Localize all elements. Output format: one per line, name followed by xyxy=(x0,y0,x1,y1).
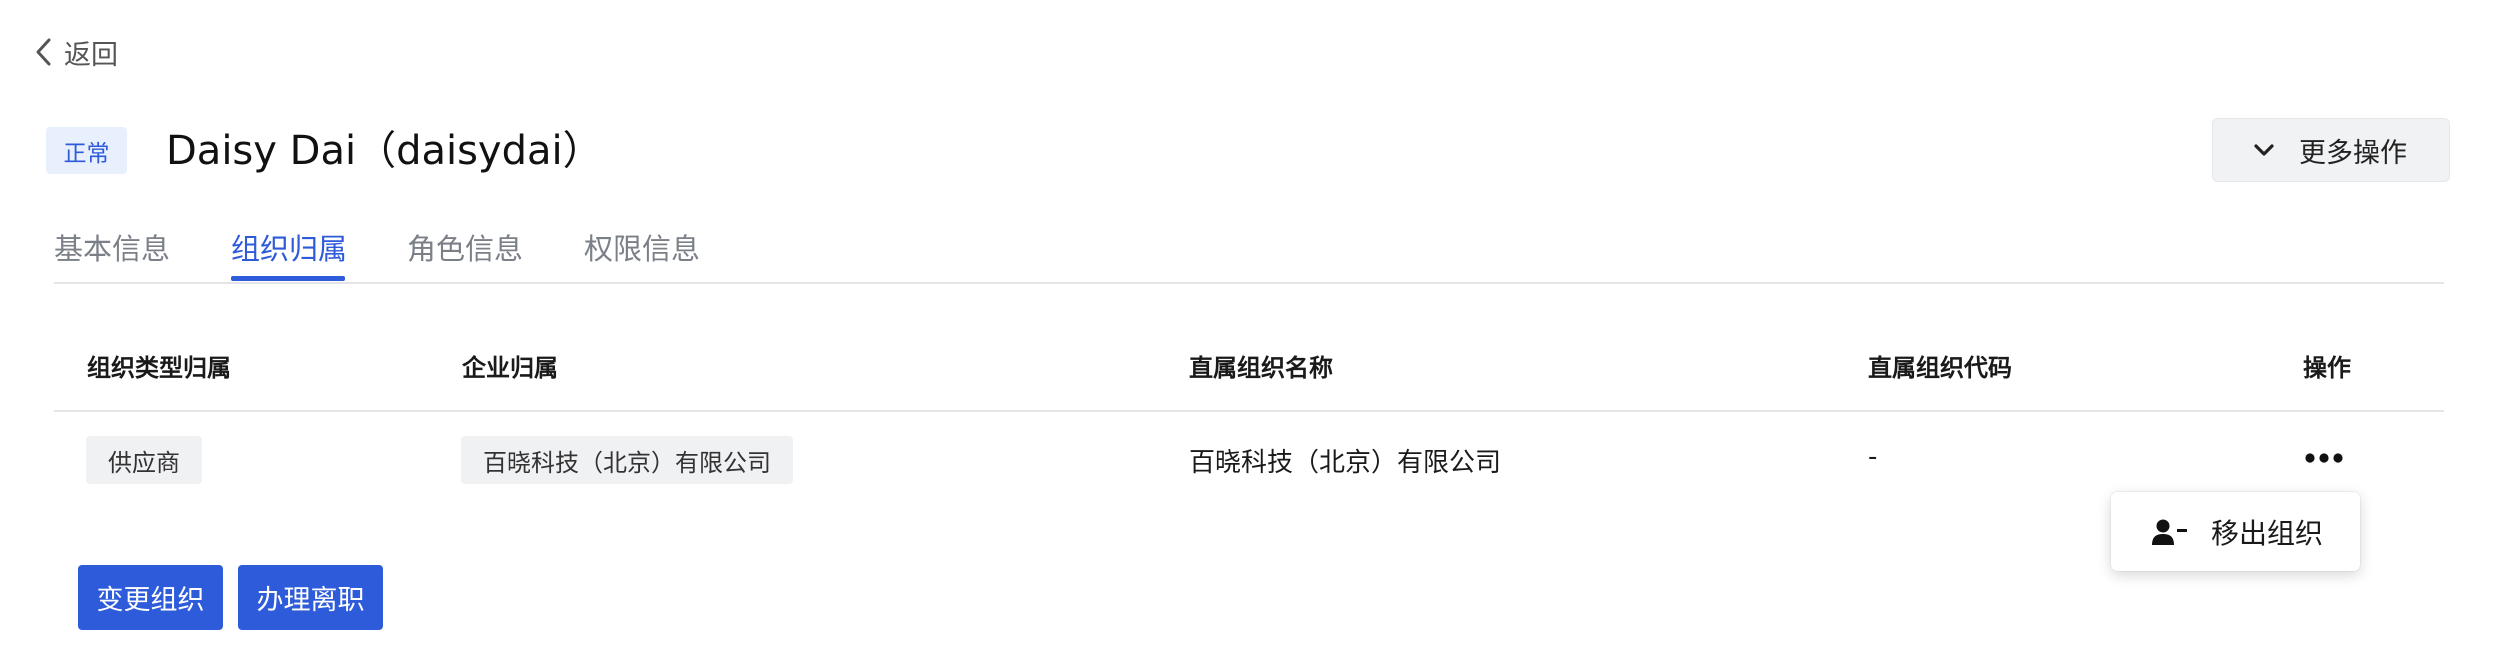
column-header-enterprise: 企业归属 xyxy=(462,354,558,382)
tab-permission-info[interactable]: 权限信息 xyxy=(584,226,700,268)
more-horizontal-icon[interactable] xyxy=(2304,444,2344,472)
more-actions-button[interactable]: 更多操作 xyxy=(2212,118,2450,182)
status-badge: 正常 xyxy=(46,127,127,174)
row-action-menu-item-remove-from-org[interactable]: 移出组织 xyxy=(2111,492,2360,571)
direct-org-name-cell: 百晓科技（北京）有限公司 xyxy=(1189,448,1502,478)
column-header-direct-org-name: 直属组织名称 xyxy=(1189,354,1333,382)
org-type-tag: 供应商 xyxy=(86,436,202,484)
tab-role-info[interactable]: 角色信息 xyxy=(407,226,523,268)
page: 返回 正常 Daisy Dai（daisydai） 更多操作 基本信息 组织归属… xyxy=(0,0,2498,670)
resign-button[interactable]: 办理离职 xyxy=(238,565,383,630)
tab-basic-info[interactable]: 基本信息 xyxy=(54,226,170,268)
active-tab-indicator xyxy=(231,276,345,281)
column-header-actions: 操作 xyxy=(2303,354,2351,382)
user-remove-icon xyxy=(2152,519,2187,545)
page-title: Daisy Dai（daisydai） xyxy=(166,128,603,174)
table-row: 供应商 百晓科技（北京）有限公司 百晓科技（北京）有限公司 - xyxy=(54,412,2444,506)
tab-bar: 基本信息 组织归属 角色信息 权限信息 xyxy=(54,222,2444,284)
tab-org-affiliation[interactable]: 组织归属 xyxy=(231,226,347,268)
back-label: 返回 xyxy=(64,39,118,71)
chevron-down-icon xyxy=(2254,144,2274,156)
ellipsis-dots xyxy=(2305,453,2343,463)
table-header: 组织类型归属 企业归属 直属组织名称 直属组织代码 操作 xyxy=(54,340,2444,412)
menu-item-label: 移出组织 xyxy=(2211,516,2324,550)
more-actions-label: 更多操作 xyxy=(2299,137,2407,169)
back-link[interactable]: 返回 xyxy=(32,33,118,71)
direct-org-code-cell: - xyxy=(1868,442,1878,472)
column-header-direct-org-code: 直属组织代码 xyxy=(1868,354,2012,382)
column-header-org-type: 组织类型归属 xyxy=(87,354,231,382)
chevron-left-icon xyxy=(36,38,51,66)
enterprise-tag: 百晓科技（北京）有限公司 xyxy=(461,436,793,484)
change-org-button[interactable]: 变更组织 xyxy=(78,565,223,630)
